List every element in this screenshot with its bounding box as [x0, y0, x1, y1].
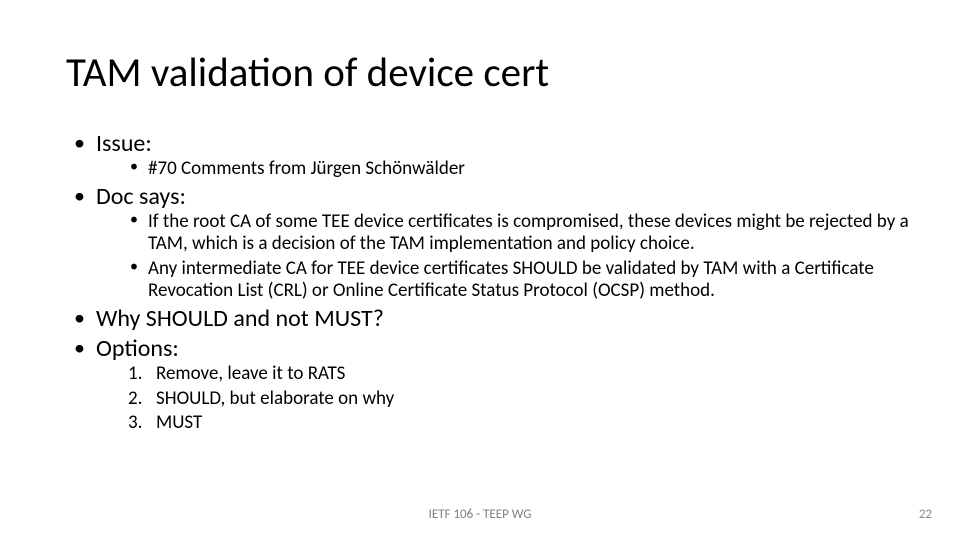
list-item: Remove, leave it to RATS — [126, 363, 930, 385]
list-item: If the root CA of some TEE device certif… — [126, 211, 930, 256]
options-list: Remove, leave it to RATS SHOULD, but ela… — [96, 363, 930, 434]
sub-list: If the root CA of some TEE device certif… — [96, 211, 930, 303]
bullet-issue: Issue: #70 Comments from Jürgen Schönwäl… — [66, 130, 930, 181]
bullet-label: Why SHOULD and not MUST? — [96, 304, 384, 333]
bullet-doc-says: Doc says: If the root CA of some TEE dev… — [66, 183, 930, 303]
sub-list: #70 Comments from Jürgen Schönwälder — [96, 158, 930, 180]
bullet-why: Why SHOULD and not MUST? — [66, 305, 930, 333]
bullet-label: Options: — [96, 334, 179, 363]
slide-body: Issue: #70 Comments from Jürgen Schönwäl… — [66, 130, 930, 437]
page-number: 22 — [919, 507, 932, 522]
list-item: MUST — [126, 412, 930, 434]
list-item: #70 Comments from Jürgen Schönwälder — [126, 158, 930, 180]
bullet-label: Issue: — [96, 129, 152, 158]
footer-text: IETF 106 - TEEP WG — [0, 507, 960, 522]
bullet-label: Doc says: — [96, 182, 186, 211]
list-item: Any intermediate CA for TEE device certi… — [126, 258, 930, 303]
slide: TAM validation of device cert Issue: #70… — [0, 0, 960, 540]
bullet-list: Issue: #70 Comments from Jürgen Schönwäl… — [66, 130, 930, 435]
slide-title: TAM validation of device cert — [66, 48, 549, 98]
bullet-options: Options: Remove, leave it to RATS SHOULD… — [66, 335, 930, 435]
list-item: SHOULD, but elaborate on why — [126, 388, 930, 410]
